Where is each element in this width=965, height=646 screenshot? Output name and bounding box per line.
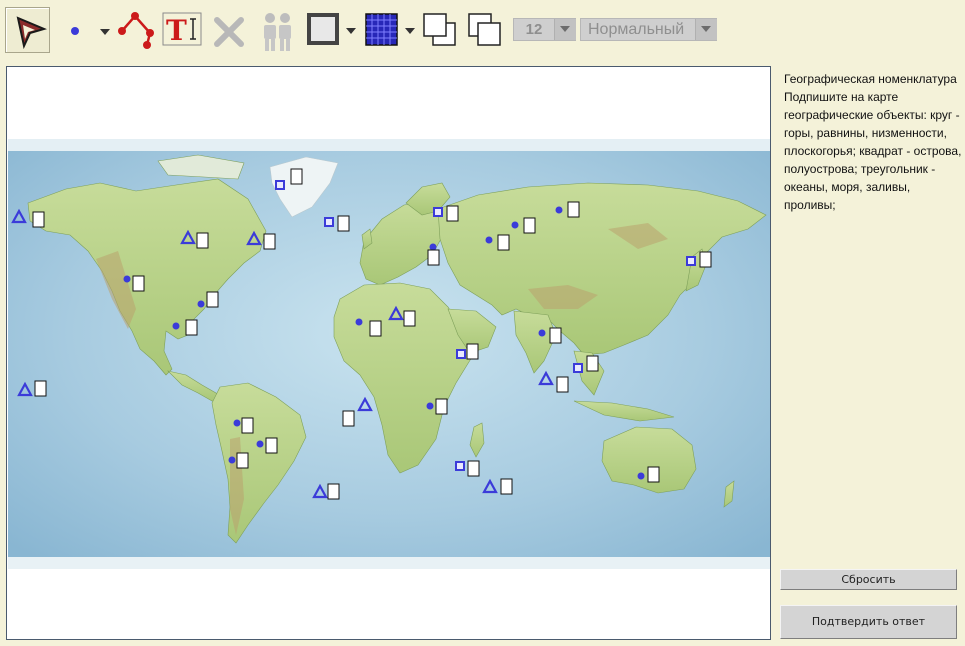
circle-marker-icon [637, 472, 645, 480]
circle-marker-icon [429, 243, 437, 251]
label-input-box[interactable] [236, 452, 249, 469]
label-input-box[interactable] [196, 232, 209, 249]
label-input-box[interactable] [342, 410, 355, 427]
circle-marker-icon [555, 206, 563, 214]
send-back-icon [468, 13, 501, 46]
fill-pattern-icon [365, 13, 398, 46]
label-input-box[interactable] [132, 275, 145, 292]
label-input-box[interactable] [497, 234, 510, 251]
marker-layer [11, 168, 712, 500]
fill-pattern-button[interactable] [364, 12, 416, 48]
circle-marker-icon [228, 456, 236, 464]
point-dropdown-arrow-icon[interactable] [100, 29, 110, 35]
circle-marker-icon [256, 440, 264, 448]
fill-dropdown-arrow-icon[interactable] [405, 28, 415, 34]
label-input-box[interactable] [265, 437, 278, 454]
circle-marker-icon [485, 236, 493, 244]
polyline-tool-icon [118, 12, 154, 49]
delete-button[interactable] [210, 12, 248, 50]
label-input-box[interactable] [523, 217, 536, 234]
border-style-button[interactable] [306, 12, 358, 48]
font-size-value: 12 [525, 21, 543, 38]
font-style-dropdown-icon[interactable] [695, 19, 717, 40]
group-icon [264, 13, 291, 51]
triangle-marker-icon [11, 208, 27, 224]
circle-marker-icon [538, 329, 546, 337]
circle-marker-icon [426, 402, 434, 410]
send-back-button[interactable] [467, 12, 505, 48]
label-input-box[interactable] [586, 355, 599, 372]
triangle-marker-icon [538, 370, 554, 386]
bring-front-icon [423, 13, 456, 46]
select-tool-button[interactable] [5, 7, 50, 53]
text-tool-icon: T [162, 12, 202, 47]
triangle-marker-icon [246, 230, 262, 246]
font-size-dropdown-icon[interactable] [554, 19, 576, 40]
triangle-marker-icon [312, 483, 328, 499]
instructions-text: Географическая номенклатура Подпишите на… [784, 72, 962, 212]
label-input-box[interactable] [185, 319, 198, 336]
reset-button[interactable]: Сбросить [780, 569, 957, 590]
label-input-box[interactable] [290, 168, 303, 185]
square-marker-icon [456, 349, 466, 359]
label-input-box[interactable] [263, 233, 276, 250]
group-button[interactable] [256, 9, 300, 53]
circle-marker-icon [197, 300, 205, 308]
border-style-icon [307, 13, 339, 45]
square-marker-icon [324, 217, 334, 227]
square-marker-icon [455, 461, 465, 471]
label-input-box[interactable] [466, 343, 479, 360]
label-input-box[interactable] [403, 310, 416, 327]
triangle-marker-icon [180, 229, 196, 245]
circle-marker-icon [233, 419, 241, 427]
label-input-box[interactable] [369, 320, 382, 337]
circle-marker-icon [511, 221, 519, 229]
delete-icon [214, 17, 244, 47]
select-arrow-icon [16, 16, 47, 50]
label-input-box[interactable] [699, 251, 712, 268]
label-input-box[interactable] [337, 215, 350, 232]
square-marker-icon [275, 180, 285, 190]
point-tool-button[interactable] [60, 10, 112, 50]
label-input-box[interactable] [567, 201, 580, 218]
circle-marker-icon [123, 275, 131, 283]
circle-marker-icon [172, 322, 180, 330]
triangle-marker-icon [357, 396, 373, 412]
bring-front-button[interactable] [422, 12, 460, 48]
square-marker-icon [573, 363, 583, 373]
triangle-marker-icon [17, 381, 33, 397]
circle-marker-icon [355, 318, 363, 326]
svg-text:T: T [166, 14, 187, 46]
label-input-box[interactable] [549, 327, 562, 344]
label-input-box[interactable] [427, 249, 440, 266]
label-input-box[interactable] [32, 211, 45, 228]
border-dropdown-arrow-icon[interactable] [346, 28, 356, 34]
label-input-box[interactable] [647, 466, 660, 483]
label-input-box[interactable] [241, 417, 254, 434]
text-tool-button[interactable]: T [162, 12, 202, 47]
map-canvas[interactable] [6, 66, 771, 640]
font-size-select[interactable]: 12 [513, 18, 576, 41]
square-marker-icon [433, 207, 443, 217]
toolbar: T 12 Нормальный [0, 0, 965, 62]
triangle-marker-icon [482, 478, 498, 494]
label-input-box[interactable] [327, 483, 340, 500]
triangle-marker-icon [388, 305, 404, 321]
label-input-box[interactable] [500, 478, 513, 495]
label-input-box[interactable] [34, 380, 47, 397]
label-input-box[interactable] [467, 460, 480, 477]
label-input-box[interactable] [435, 398, 448, 415]
polyline-tool-button[interactable] [114, 7, 158, 53]
font-style-value: Нормальный [588, 21, 685, 38]
submit-answer-button[interactable]: Подтвердить ответ [780, 605, 957, 639]
square-marker-icon [686, 256, 696, 266]
font-style-select[interactable]: Нормальный [580, 18, 717, 41]
label-input-box[interactable] [446, 205, 459, 222]
label-input-box[interactable] [206, 291, 219, 308]
label-input-box[interactable] [556, 376, 569, 393]
